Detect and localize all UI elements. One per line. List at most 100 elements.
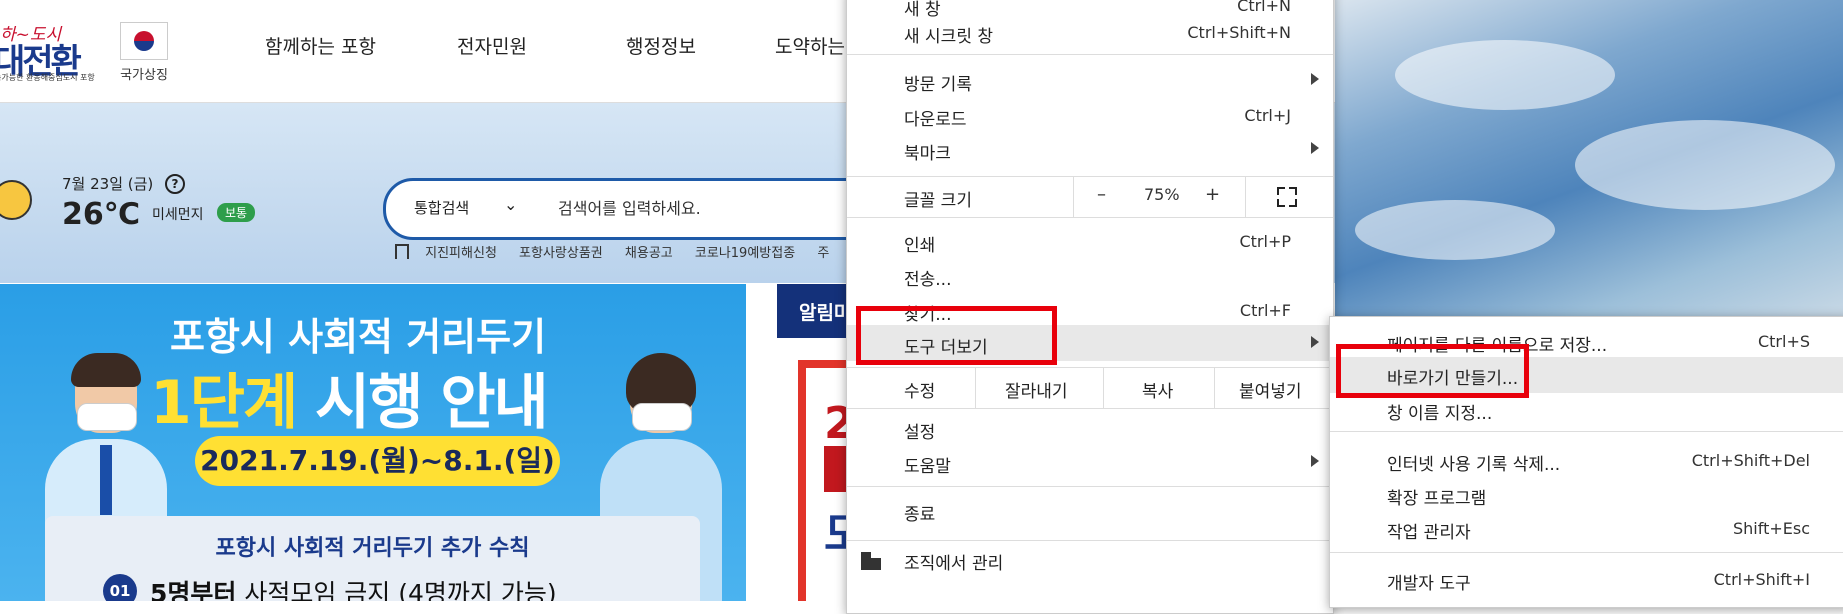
zoom-in-button[interactable]: + [1205, 184, 1220, 205]
menu-item-new-incognito[interactable]: 새 시크릿 창 Ctrl+Shift+N [847, 16, 1333, 50]
submenu-item-clear-browsing-data[interactable]: 인터넷 사용 기록 삭제... Ctrl+Shift+Del [1330, 444, 1843, 478]
banner-headline-highlight: 1단계 [150, 368, 298, 438]
menu-item-label: 방문 기록 [904, 75, 972, 95]
organization-icon [861, 552, 881, 570]
menu-divider [847, 540, 1333, 541]
banner-panel-title: 포항시 사회적 거리두기 추가 수칙 [215, 536, 530, 561]
menu-item-history[interactable]: 방문 기록 [847, 64, 1333, 98]
notice-tab-label: 알림마 [799, 302, 852, 324]
menu-item-settings[interactable]: 설정 [847, 412, 1333, 446]
submenu-arrow-icon [1311, 455, 1319, 467]
menu-item-label: 개발자 도구 [1387, 574, 1471, 594]
submenu-arrow-icon [1311, 336, 1319, 348]
menu-item-label: 전송... [904, 270, 952, 290]
nav-item-together[interactable]: 함께하는 포항 [265, 32, 376, 59]
quick-link-more[interactable]: 주 [817, 246, 829, 261]
banner-title: 포항시 사회적 거리두기 [170, 315, 547, 359]
edit-label: 수정 [904, 382, 936, 402]
national-symbol-link[interactable]: 국가상징 [114, 22, 174, 83]
zoom-label: 글꼴 크기 [904, 191, 972, 211]
search-scope-select[interactable]: 통합검색 [414, 197, 469, 218]
nav-item-admin-info[interactable]: 행정정보 [626, 32, 696, 59]
banner-headline-rest: 시행 안내 [296, 368, 549, 438]
menu-divider [847, 486, 1333, 487]
menu-item-label: 도움말 [904, 457, 951, 477]
submenu-item-name-window[interactable]: 창 이름 지정... [1330, 393, 1843, 427]
menu-divider [1330, 552, 1843, 553]
banner-headline: 1단계 시행 안내 [150, 354, 549, 441]
highlight-box-more-tools [856, 306, 1057, 365]
banner-item-number: 01 [103, 574, 137, 601]
bookmark-icon [395, 244, 409, 259]
menu-item-shortcut: Ctrl+J [1244, 106, 1291, 125]
menu-item-label: 새 시크릿 창 [904, 27, 994, 47]
menu-item-shortcut: Ctrl+Shift+N [1187, 23, 1291, 42]
submenu-arrow-icon [1311, 142, 1319, 154]
menu-item-label: 조직에서 관리 [904, 554, 1004, 574]
quick-link-earthquake[interactable]: 지진피해신청 [425, 246, 497, 261]
menu-item-label: 인쇄 [904, 236, 936, 256]
menu-item-shortcut: Ctrl+N [1237, 0, 1291, 15]
submenu-arrow-icon [1311, 73, 1319, 85]
menu-divider [1214, 368, 1215, 408]
logo-tagline: 속가능한 환동해중심도시 포항 [0, 73, 95, 82]
menu-item-shortcut: Ctrl+Shift+I [1713, 570, 1810, 589]
menu-item-shortcut: Ctrl+Shift+Del [1691, 451, 1810, 470]
menu-item-managed-by-org[interactable]: 조직에서 관리 [847, 543, 1333, 577]
menu-divider [1103, 368, 1104, 408]
desktop-background [1335, 0, 1843, 320]
banner-dates: 2021.7.19.(월)~8.1.(일) [195, 436, 560, 486]
submenu-item-extensions[interactable]: 확장 프로그램 [1330, 478, 1843, 512]
cut-button[interactable]: 잘라내기 [1005, 377, 1068, 402]
menu-item-shortcut: Ctrl+P [1239, 232, 1291, 251]
menu-item-cast[interactable]: 전송... [847, 259, 1333, 293]
menu-item-downloads[interactable]: 다운로드 Ctrl+J [847, 99, 1333, 133]
banner-panel: 포항시 사회적 거리두기 추가 수칙 01 5명부터 사적모임 금지 (4명까지… [45, 516, 700, 601]
flag-icon [120, 22, 168, 60]
city-logo[interactable]: 하~도시 대전환 속가능한 환동해중심도시 포항 [0, 20, 104, 86]
weather-date: 7월 23일 (금) [62, 175, 154, 193]
banner-item-rest: 사적모임 금지 (4명까지 가능) [236, 579, 557, 601]
quick-link-covid-vaccine[interactable]: 코로나19예방접종 [695, 246, 795, 261]
menu-item-label: 다운로드 [904, 110, 967, 130]
menu-item-shortcut: Shift+Esc [1732, 519, 1810, 538]
menu-item-help[interactable]: 도움말 [847, 446, 1333, 480]
quick-links: 지진피해신청 포항사랑상품권 채용공고 코로나19예방접종 주 [395, 242, 847, 261]
weather-temperature: 26℃ [62, 197, 141, 232]
menu-item-exit[interactable]: 종료 [847, 494, 1333, 528]
submenu-item-developer-tools[interactable]: 개발자 도구 Ctrl+Shift+I [1330, 563, 1843, 597]
menu-item-bookmarks[interactable]: 북마크 [847, 133, 1333, 167]
menu-item-label: 작업 관리자 [1387, 523, 1471, 543]
covid-banner[interactable]: 포항시 사회적 거리두기 1단계 시행 안내 2021.7.19.(월)~8.1… [0, 284, 746, 601]
menu-item-label: 창 이름 지정... [1387, 404, 1493, 424]
menu-item-shortcut: Ctrl+S [1757, 332, 1810, 351]
menu-item-label: 확장 프로그램 [1387, 489, 1487, 509]
zoom-value: 75% [1144, 185, 1180, 204]
menu-item-label: 인터넷 사용 기록 삭제... [1387, 455, 1561, 475]
sun-icon [0, 180, 32, 220]
nav-item-e-civil[interactable]: 전자민원 [457, 32, 527, 59]
banner-item-text: 5명부터 사적모임 금지 (4명까지 가능) [150, 574, 557, 601]
menu-item-label: 설정 [904, 423, 936, 443]
menu-item-print[interactable]: 인쇄 Ctrl+P [847, 225, 1333, 259]
quick-link-gift-certificate[interactable]: 포항사랑상품권 [519, 246, 603, 261]
menu-divider [1073, 177, 1074, 217]
zoom-out-button[interactable]: – [1097, 184, 1106, 205]
notice-tab[interactable]: 알림마 [777, 284, 857, 338]
nav-item-leap[interactable]: 도약하는 [775, 32, 845, 59]
national-symbol-label: 국가상징 [120, 68, 168, 83]
submenu-item-task-manager[interactable]: 작업 관리자 Shift+Esc [1330, 512, 1843, 546]
menu-edit-row: 수정 잘라내기 복사 붙여넣기 [847, 368, 1333, 408]
menu-divider [975, 368, 976, 408]
help-icon[interactable]: ? [165, 174, 185, 194]
menu-divider [1245, 177, 1246, 217]
menu-divider [847, 408, 1333, 409]
menu-item-shortcut: Ctrl+F [1239, 301, 1291, 320]
quick-link-recruitment[interactable]: 채용공고 [625, 246, 673, 261]
paste-button[interactable]: 붙여넣기 [1239, 377, 1302, 402]
highlight-box-create-shortcut [1336, 344, 1529, 398]
fullscreen-icon[interactable] [1277, 187, 1297, 207]
copy-button[interactable]: 복사 [1142, 377, 1173, 402]
chevron-down-icon[interactable]: ⌄ [504, 195, 517, 214]
banner-item-bold: 5명부터 [150, 579, 237, 601]
